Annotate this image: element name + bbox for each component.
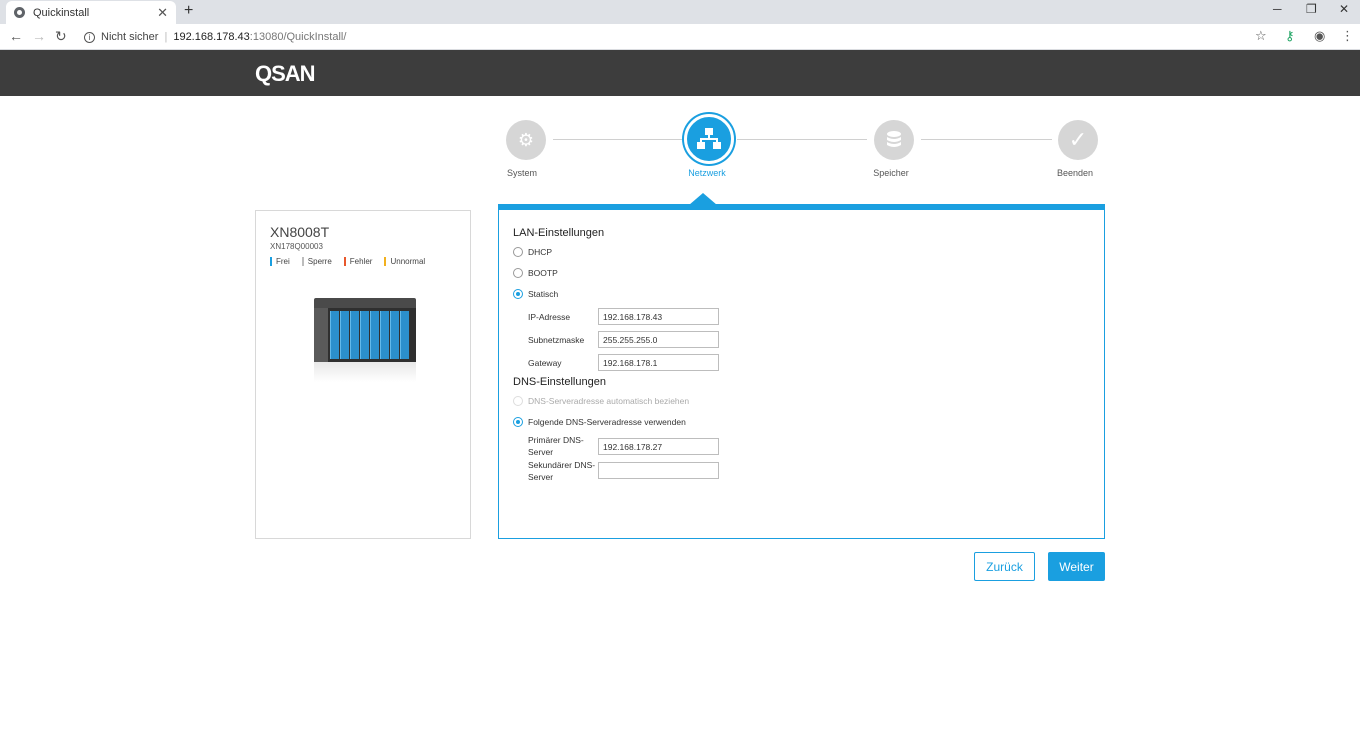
subnet-mask-label: Subnetzmaske — [528, 335, 585, 345]
nas-device-image — [314, 298, 416, 364]
radio-button-disabled — [513, 396, 523, 406]
ip-address-input[interactable] — [598, 308, 719, 325]
browser-tab[interactable]: Quickinstall ✕ — [6, 1, 176, 24]
disk-bay — [370, 311, 379, 359]
dns-settings-title: DNS-Einstellungen — [513, 376, 606, 388]
forward-arrow-icon[interactable]: → — [32, 28, 46, 44]
radio-button-checked[interactable] — [513, 417, 523, 427]
device-serial: XN178Q00003 — [270, 242, 323, 251]
step-finish[interactable]: ✓ — [1058, 120, 1098, 160]
disk-bay — [350, 311, 359, 359]
radio-button-checked[interactable] — [513, 289, 523, 299]
browser-toolbar: ← → ↻ i Nicht sicher | 192.168.178.43 :1… — [0, 24, 1360, 50]
menu-dots-icon[interactable]: ⋮ — [1341, 28, 1354, 44]
network-settings-panel: LAN-Einstellungen DHCP BOOTP Statisch IP… — [498, 204, 1105, 539]
disk-bay — [330, 311, 339, 359]
disk-legend: Frei Sperre Fehler Unnormal — [270, 257, 437, 266]
radio-dns-manual[interactable]: Folgende DNS-Serveradresse verwenden — [513, 417, 686, 427]
primary-dns-label: Primärer DNS-Server — [528, 435, 584, 457]
step-network[interactable] — [684, 114, 734, 164]
step-connector — [553, 139, 683, 140]
radio-dns-auto: DNS-Serveradresse automatisch beziehen — [513, 396, 689, 406]
window-close-icon[interactable]: ✕ — [1339, 2, 1349, 16]
minimize-icon[interactable]: ─ — [1273, 2, 1282, 16]
info-icon[interactable]: i — [84, 31, 95, 43]
url-path: :13080/QuickInstall/ — [249, 31, 347, 43]
subnet-mask-input[interactable] — [598, 331, 719, 348]
reload-icon[interactable]: ↻ — [55, 28, 67, 45]
nas-reflection — [314, 362, 416, 382]
app-header: QSAN — [0, 50, 1360, 96]
legend-item-error: Fehler — [343, 257, 372, 266]
new-tab-button[interactable]: + — [184, 2, 193, 20]
device-panel: XN8008T XN178Q00003 Frei Sperre Fehler U… — [255, 210, 471, 539]
gear-icon: ⚙ — [517, 129, 535, 150]
legend-item-free: Frei — [270, 257, 290, 266]
back-button[interactable]: Zurück — [974, 552, 1035, 581]
secondary-dns-label: Sekundärer DNS-Server — [528, 460, 596, 482]
radio-bootp[interactable]: BOOTP — [513, 268, 558, 278]
tab-title: Quickinstall — [33, 6, 90, 19]
check-icon: ✓ — [1068, 127, 1088, 152]
disk-bay — [400, 311, 409, 359]
disk-bay — [360, 311, 369, 359]
step-label-finish: Beenden — [1056, 168, 1094, 178]
step-label-network: Netzwerk — [688, 168, 726, 178]
ip-address-label: IP-Adresse — [528, 312, 571, 322]
legend-item-abnormal: Unnormal — [384, 257, 425, 266]
address-separator: | — [164, 31, 168, 43]
network-icon — [697, 128, 721, 149]
account-icon[interactable]: ◉ — [1314, 28, 1325, 44]
radio-dhcp[interactable]: DHCP — [513, 247, 552, 257]
globe-icon — [14, 7, 25, 18]
browser-tabbar: Quickinstall ✕ + ─ ❐ ✕ — [0, 0, 1360, 24]
security-label: Nicht sicher — [101, 31, 159, 43]
back-arrow-icon[interactable]: ← — [9, 28, 23, 44]
device-model: XN8008T — [270, 224, 330, 240]
qsan-logo: QSAN — [255, 61, 316, 86]
step-system[interactable]: ⚙ — [506, 120, 546, 160]
disk-bay — [380, 311, 389, 359]
secondary-dns-input[interactable] — [598, 462, 719, 479]
gateway-input[interactable] — [598, 354, 719, 371]
address-bar[interactable]: i Nicht sicher | 192.168.178.43 :13080/Q… — [78, 27, 1278, 47]
next-button[interactable]: Weiter — [1048, 552, 1105, 581]
key-icon[interactable]: ⚷ — [1285, 28, 1295, 44]
radio-button[interactable] — [513, 247, 523, 257]
disk-bay — [390, 311, 399, 359]
lan-settings-title: LAN-Einstellungen — [513, 227, 605, 239]
step-label-storage: Speicher — [873, 168, 909, 178]
disk-bay — [340, 311, 349, 359]
radio-static[interactable]: Statisch — [513, 289, 558, 299]
step-label-system: System — [506, 168, 537, 178]
legend-item-locked: Sperre — [301, 257, 332, 266]
step-connector — [737, 139, 867, 140]
step-connector — [921, 139, 1052, 140]
url-host: 192.168.178.43 — [173, 31, 250, 43]
primary-dns-input[interactable] — [598, 438, 719, 455]
star-icon[interactable]: ☆ — [1255, 28, 1267, 44]
restore-icon[interactable]: ❐ — [1306, 2, 1317, 16]
radio-button[interactable] — [513, 268, 523, 278]
tab-close-icon[interactable]: ✕ — [157, 5, 168, 21]
database-icon — [887, 131, 901, 147]
step-storage[interactable] — [874, 120, 914, 160]
gateway-label: Gateway — [528, 358, 562, 368]
